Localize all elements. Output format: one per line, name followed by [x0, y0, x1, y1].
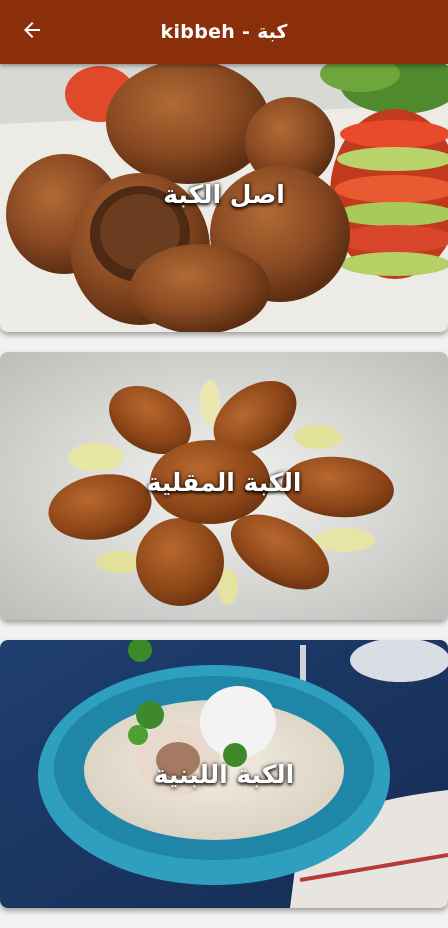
recipe-card-label: الكبة المقلية — [146, 468, 302, 497]
back-button[interactable] — [12, 12, 52, 52]
recipe-card-label: اصل الكبة — [163, 180, 285, 209]
recipe-card-yogurt-kibbeh[interactable]: الكبة اللبنية — [0, 640, 448, 908]
recipe-list: اصل الكبة الكبة المقلية الكبة اللبنية — [0, 64, 448, 928]
page-title: kibbeh - كبة — [160, 21, 288, 43]
recipe-card-original-kibbeh[interactable]: اصل الكبة — [0, 64, 448, 332]
recipe-card-label: الكبة اللبنية — [153, 760, 295, 789]
app-bar: kibbeh - كبة — [0, 0, 448, 64]
arrow-left-icon — [20, 18, 44, 46]
recipe-card-fried-kibbeh[interactable]: الكبة المقلية — [0, 352, 448, 620]
